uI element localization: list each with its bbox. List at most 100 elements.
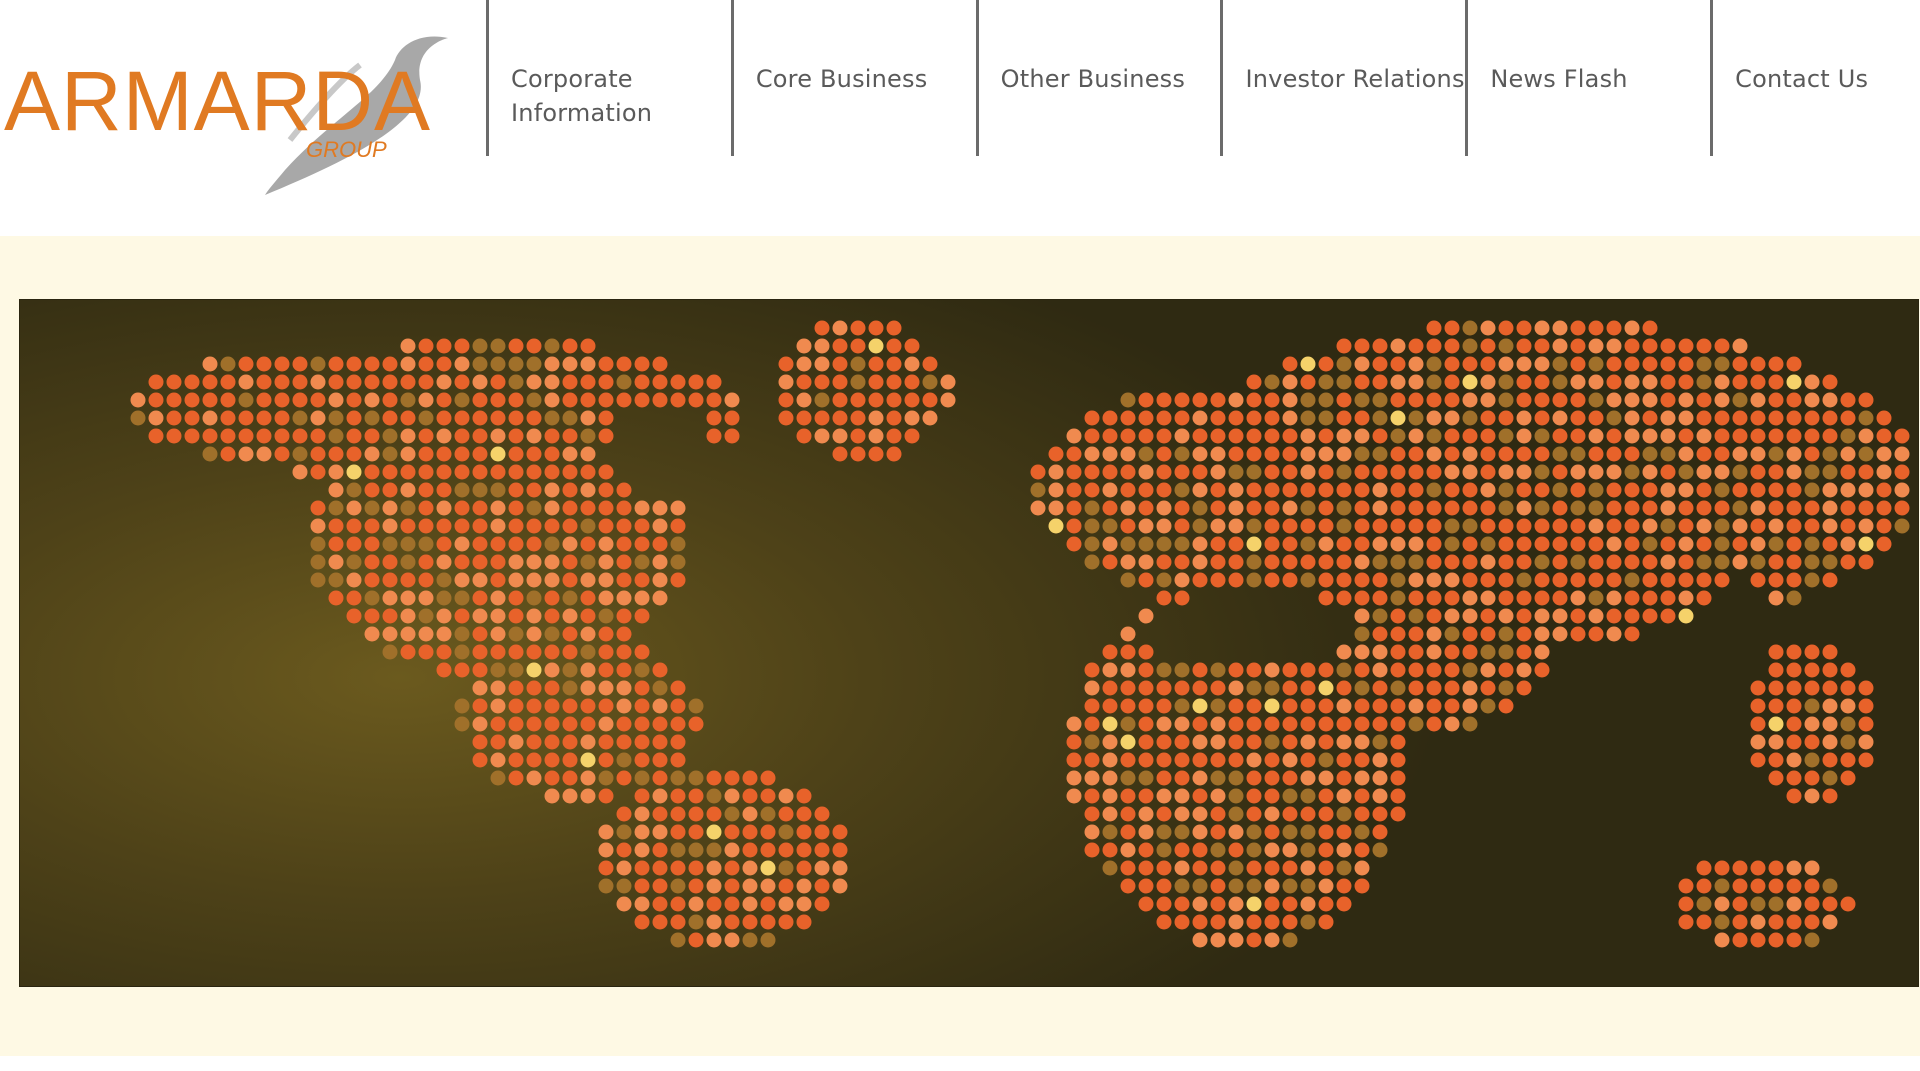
map-dot [1138,572,1154,588]
brand-logo[interactable]: ARMARDA GROUP [0,20,460,210]
map-dot [850,374,866,390]
map-dot [1768,698,1784,714]
brand-name: ARMARDA [4,54,431,148]
map-dot [1462,626,1478,642]
map-dot [580,536,596,552]
map-dot [292,356,308,372]
map-dot [1552,608,1568,624]
map-dot [1804,662,1820,678]
map-dot [1570,356,1586,372]
nav-investor-relations[interactable]: Investor Relations [1220,0,1465,156]
main-nav: Corporate Information Core Business Othe… [486,0,1920,156]
map-dot [382,410,398,426]
map-dot [1210,932,1226,948]
map-dot [544,338,560,354]
map-dot [634,824,650,840]
map-dot [1480,320,1496,336]
map-dot [1048,518,1064,534]
map-dot [1696,590,1712,606]
map-dot [904,428,920,444]
nav-corporate-information[interactable]: Corporate Information [486,0,731,156]
map-dot [1156,770,1172,786]
map-dot [1372,428,1388,444]
map-dot [472,572,488,588]
map-dot [1516,392,1532,408]
map-dot [328,428,344,444]
map-dot [1228,680,1244,696]
map-dot [1714,356,1730,372]
map-dot [1354,734,1370,750]
map-dot [1030,464,1046,480]
map-dot [1426,338,1442,354]
map-dot [1624,536,1640,552]
map-dot [544,464,560,480]
map-dot [1246,788,1262,804]
map-dot [1246,770,1262,786]
map-dot [688,914,704,930]
map-dot [148,428,164,444]
map-dot [1714,374,1730,390]
map-dot [1786,896,1802,912]
map-dot [634,518,650,534]
map-dot [400,590,416,606]
map-dot [598,842,614,858]
map-dot [1282,824,1298,840]
map-dot [634,536,650,552]
map-dot [1678,590,1694,606]
map-dot [256,392,272,408]
map-dot [562,572,578,588]
map-dot [1138,536,1154,552]
map-dot [1174,860,1190,876]
map-dot [832,428,848,444]
map-dot [1804,410,1820,426]
map-dot [310,446,326,462]
map-dot [670,680,686,696]
map-dot [310,554,326,570]
map-dot [1228,878,1244,894]
map-dot [1210,716,1226,732]
map-dot [1192,572,1208,588]
map-dot [1588,320,1604,336]
map-dot [580,392,596,408]
map-dot [634,842,650,858]
map-dot [1264,482,1280,498]
map-dot [1642,446,1658,462]
map-dot [1264,680,1280,696]
map-dot [1858,536,1874,552]
nav-news-flash[interactable]: News Flash [1465,0,1710,156]
map-dot [1498,320,1514,336]
map-dot [454,410,470,426]
map-dot [868,392,884,408]
map-dot [652,392,668,408]
map-dot [1390,680,1406,696]
map-dot [1750,518,1766,534]
map-dot [544,446,560,462]
nav-other-business[interactable]: Other Business [975,0,1221,156]
map-dot [1192,662,1208,678]
map-dot [670,932,686,948]
map-dot [1660,554,1676,570]
map-dot [634,572,650,588]
map-dot [1498,374,1514,390]
map-dot [1840,662,1856,678]
nav-core-business[interactable]: Core Business [730,0,976,156]
map-dot [832,410,848,426]
map-dot [1624,626,1640,642]
map-dot [1282,662,1298,678]
map-dot [1318,536,1334,552]
map-dot [1300,464,1316,480]
map-dot [544,698,560,714]
map-dot [1318,374,1334,390]
map-dot [1660,518,1676,534]
map-dot [634,698,650,714]
map-dot [400,356,416,372]
map-dot [778,860,794,876]
map-dot [1246,572,1262,588]
nav-contact-us[interactable]: Contact Us [1710,0,1920,156]
map-dot [328,464,344,480]
map-dot [1282,464,1298,480]
map-dot [634,914,650,930]
map-dot [1480,698,1496,714]
map-dot [1498,410,1514,426]
map-dot [1786,644,1802,660]
